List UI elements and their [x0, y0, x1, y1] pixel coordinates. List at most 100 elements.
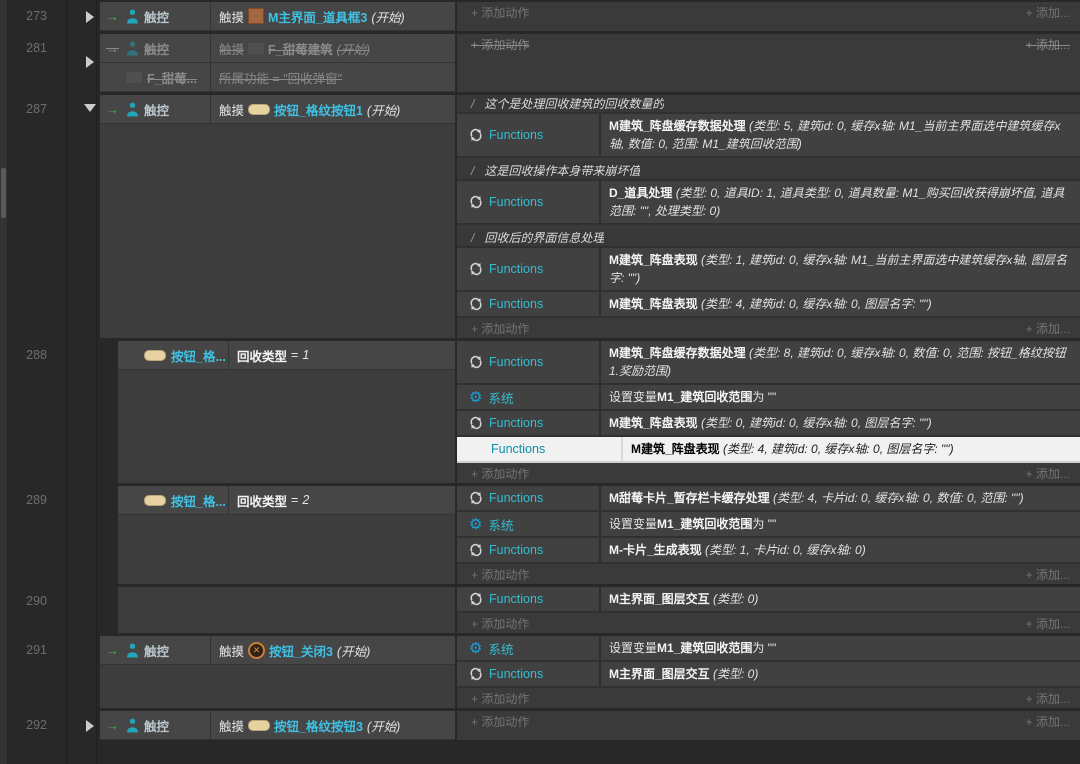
- condition-row[interactable]: →触控触摸✕按钮_关闭3(开始): [100, 636, 455, 665]
- add-more-link[interactable]: + 添加...: [1026, 690, 1070, 707]
- add-more-link[interactable]: + 添加...: [1026, 36, 1070, 53]
- event-number: 291: [0, 643, 47, 657]
- event-gutter: 281: [0, 34, 100, 92]
- condition-row[interactable]: →触控触摸F_甜莓建筑(开始): [100, 34, 455, 63]
- text-run: 1: [302, 348, 309, 362]
- comment-row[interactable]: /回收后的界面信息处理: [457, 229, 1080, 248]
- condition-row[interactable]: →触控触摸按钮_格纹按钮3(开始): [100, 711, 455, 740]
- add-action-link[interactable]: + 添加动作: [471, 465, 529, 482]
- event-body: →触控触摸✕按钮_关闭3(开始)⚙系统设置变量M1_建筑回收范围为 "" Func…: [100, 636, 1080, 708]
- event-body: 按钮_格...回收类型 = 2FunctionsM甜莓卡片_暂存栏卡缓存处理 (…: [100, 486, 1080, 584]
- text-run: (类型: 0, 道具ID: 1, 道具类型: 0, 道具数量: M1_购买回收获…: [609, 186, 1064, 218]
- conditions-column[interactable]: →触控触摸M主界面_道具框3(开始): [100, 2, 455, 31]
- event-row: 290FunctionsM主界面_图层交互 (类型: 0)+ 添加动作+ 添加.…: [0, 587, 1080, 633]
- add-action-link[interactable]: + 添加动作: [471, 615, 529, 632]
- extension-label: Functions: [489, 667, 543, 681]
- comment-row[interactable]: /这是回收操作本身带来崩坏值: [457, 162, 1080, 181]
- add-action-link[interactable]: + 添加动作: [471, 713, 529, 730]
- action-row[interactable]: ⚙系统设置变量M1_建筑回收范围为 "": [457, 512, 1080, 538]
- condition-row[interactable]: →触控触摸M主界面_道具框3(开始): [100, 2, 455, 31]
- actions-column: + 添加动作 + 添加...: [457, 2, 1080, 31]
- comment-text: 回收后的界面信息处理: [484, 229, 604, 246]
- condition-object: 按钮_格...: [118, 491, 228, 510]
- extension-label: 系统: [488, 388, 513, 407]
- expand-expander-icon[interactable]: [86, 56, 94, 68]
- add-action-row: + 添加动作 + 添加...: [457, 564, 1080, 584]
- conditions-column[interactable]: 按钮_格...回收类型 = 1: [118, 341, 455, 483]
- event-gutter: 273: [0, 2, 100, 31]
- text-run: M主界面_道具框3: [268, 7, 367, 26]
- condition-object: →触控: [100, 716, 210, 735]
- sync-icon: [469, 416, 483, 430]
- action-row[interactable]: ⚙系统设置变量M1_建筑回收范围为 "": [457, 385, 1080, 411]
- event-body: →触控触摸按钮_格纹按钮1(开始)/这个是处理回收建筑的回收数量的Functio…: [100, 95, 1080, 338]
- conditions-column[interactable]: 按钮_格...回收类型 = 2: [118, 486, 455, 584]
- collapse-expander-icon[interactable]: [84, 104, 96, 112]
- text-run: 按钮_格纹按钮1: [274, 100, 363, 119]
- text-run: M主界面_图层交互: [609, 667, 713, 681]
- actions-column: ⚙系统设置变量M1_建筑回收范围为 ""FunctionsM主界面_图层交互 (…: [457, 636, 1080, 708]
- add-action-row: + 添加动作 + 添加...: [457, 688, 1080, 708]
- action-text: 设置变量M1_建筑回收范围为 "": [601, 512, 1080, 536]
- comment-row[interactable]: /这个是处理回收建筑的回收数量的: [457, 95, 1080, 114]
- conditions-column[interactable]: →触控触摸F_甜莓建筑(开始)F_甜莓...所属功能 = "回收弹窗": [100, 34, 455, 92]
- condition-row[interactable]: 按钮_格...回收类型 = 2: [118, 486, 455, 515]
- green-arrow-icon: →: [106, 719, 121, 732]
- add-more-link[interactable]: + 添加...: [1026, 4, 1070, 21]
- action-extension: Functions: [457, 248, 601, 290]
- add-action-link[interactable]: + 添加动作: [471, 36, 529, 53]
- actions-column: + 添加动作 + 添加...: [457, 34, 1080, 92]
- condition-row[interactable]: 按钮_格...回收类型 = 1: [118, 341, 455, 370]
- extension-label: Functions: [489, 416, 543, 430]
- action-row[interactable]: FunctionsM主界面_图层交互 (类型: 0): [457, 587, 1080, 613]
- action-row[interactable]: FunctionsM建筑_阵盘表现 (类型: 4, 建筑id: 0, 缓存x轴:…: [457, 437, 1080, 463]
- condition-row[interactable]: →触控触摸按钮_格纹按钮1(开始): [100, 95, 455, 124]
- event-number: 281: [0, 41, 47, 55]
- action-row[interactable]: FunctionsM主界面_图层交互 (类型: 0): [457, 662, 1080, 688]
- text-run: M甜莓卡片_暂存栏卡缓存处理: [609, 491, 773, 505]
- action-row[interactable]: FunctionsM-卡片_生成表现 (类型: 1, 卡片id: 0, 缓存x轴…: [457, 538, 1080, 564]
- extension-label: Functions: [489, 128, 543, 142]
- add-more-link[interactable]: + 添加...: [1026, 320, 1070, 337]
- add-more-link[interactable]: + 添加...: [1026, 566, 1070, 583]
- event-sheet: 273→触控触摸M主界面_道具框3(开始)+ 添加动作+ 添加...281→触控…: [0, 2, 1080, 743]
- text-run: M建筑_阵盘缓存数据处理: [609, 346, 749, 360]
- expand-expander-icon[interactable]: [86, 11, 94, 23]
- action-row[interactable]: FunctionsM建筑_阵盘表现 (类型: 4, 建筑id: 0, 缓存x轴:…: [457, 292, 1080, 318]
- action-row[interactable]: FunctionsD_道具处理 (类型: 0, 道具ID: 1, 道具类型: 0…: [457, 181, 1080, 225]
- action-row[interactable]: FunctionsM建筑_阵盘表现 (类型: 1, 建筑id: 0, 缓存x轴:…: [457, 248, 1080, 292]
- add-action-link[interactable]: + 添加动作: [471, 4, 529, 21]
- action-row[interactable]: FunctionsM甜莓卡片_暂存栏卡缓存处理 (类型: 4, 卡片id: 0,…: [457, 486, 1080, 512]
- actions-column: FunctionsM甜莓卡片_暂存栏卡缓存处理 (类型: 4, 卡片id: 0,…: [457, 486, 1080, 584]
- action-row[interactable]: FunctionsM建筑_阵盘表现 (类型: 0, 建筑id: 0, 缓存x轴:…: [457, 411, 1080, 437]
- add-more-link[interactable]: + 添加...: [1026, 615, 1070, 632]
- conditions-column[interactable]: →触控触摸按钮_格纹按钮3(开始): [100, 711, 455, 740]
- condition-text: 触摸按钮_格纹按钮1(开始): [210, 95, 455, 123]
- text-run: 触摸: [219, 100, 244, 119]
- condition-object: →触控: [100, 100, 210, 119]
- add-action-row: + 添加动作 + 添加...: [457, 463, 1080, 483]
- add-action-row: + 添加动作 + 添加...: [457, 613, 1080, 633]
- add-action-row: + 添加动作 + 添加...: [457, 2, 1080, 22]
- action-row[interactable]: FunctionsM建筑_阵盘缓存数据处理 (类型: 8, 建筑id: 0, 缓…: [457, 341, 1080, 385]
- expand-expander-icon[interactable]: [86, 720, 94, 732]
- condition-row[interactable]: F_甜莓...所属功能 = "回收弹窗": [100, 63, 455, 92]
- add-more-link[interactable]: + 添加...: [1026, 465, 1070, 482]
- add-action-link[interactable]: + 添加动作: [471, 320, 529, 337]
- conditions-column[interactable]: →触控触摸✕按钮_关闭3(开始): [100, 636, 455, 708]
- condition-text: 触摸M主界面_道具框3(开始): [210, 2, 455, 30]
- sprite-object-icon: [126, 72, 142, 83]
- conditions-column[interactable]: →触控触摸按钮_格纹按钮1(开始): [100, 95, 455, 338]
- action-row[interactable]: ⚙系统设置变量M1_建筑回收范围为 "": [457, 636, 1080, 662]
- action-extension: Functions: [457, 411, 601, 435]
- action-row[interactable]: FunctionsM建筑_阵盘缓存数据处理 (类型: 5, 建筑id: 0, 缓…: [457, 114, 1080, 158]
- event-number: 288: [0, 348, 47, 362]
- add-action-link[interactable]: + 添加动作: [471, 566, 529, 583]
- action-extension: Functions: [457, 341, 601, 383]
- text-run: M建筑_阵盘缓存数据处理: [609, 119, 749, 133]
- conditions-column[interactable]: [118, 587, 455, 633]
- add-more-link[interactable]: + 添加...: [1026, 713, 1070, 730]
- add-action-link[interactable]: + 添加动作: [471, 690, 529, 707]
- touch-icon: [126, 102, 139, 117]
- condition-text: 所属功能 = "回收弹窗": [210, 63, 455, 91]
